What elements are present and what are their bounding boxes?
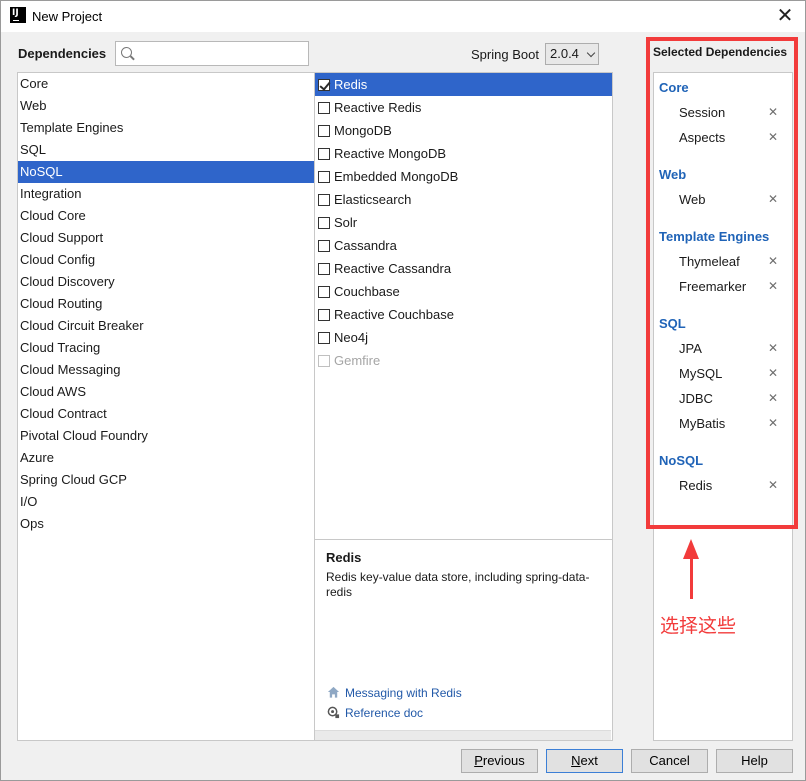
previous-button[interactable]: Previous (461, 749, 538, 773)
description-title: Redis (326, 550, 362, 565)
search-icon (121, 47, 132, 58)
annotation-arrow-shaft (690, 557, 693, 599)
category-item[interactable]: Cloud Support (18, 227, 314, 249)
category-item[interactable]: Cloud Circuit Breaker (18, 315, 314, 337)
window-title: New Project (32, 9, 103, 24)
dependency-item[interactable]: Reactive Couchbase (315, 303, 612, 326)
next-button[interactable]: Next (546, 749, 623, 773)
dependency-checkbox (318, 355, 330, 367)
category-item[interactable]: Cloud Routing (18, 293, 314, 315)
dependency-checkbox[interactable] (318, 263, 330, 275)
home-icon (327, 686, 340, 698)
category-item[interactable]: Cloud Core (18, 205, 314, 227)
category-item[interactable]: I/O (18, 491, 314, 513)
dependency-checkbox[interactable] (318, 194, 330, 206)
dependency-label: Solr (334, 215, 358, 230)
category-item[interactable]: Core (18, 73, 314, 95)
category-item[interactable]: Cloud AWS (18, 381, 314, 403)
category-item[interactable]: Azure (18, 447, 314, 469)
dependency-checkbox[interactable] (318, 148, 330, 160)
next-mnemonic: N (571, 753, 581, 768)
annotation-text: 选择这些 (660, 615, 737, 637)
dependency-checkbox[interactable] (318, 79, 330, 91)
reference-doc-icon (327, 706, 340, 719)
description-text: Redis key-value data store, including sp… (326, 570, 590, 599)
spring-boot-version-select[interactable]: 2.0.4 (545, 43, 599, 65)
dependency-item[interactable]: Reactive Cassandra (315, 257, 612, 280)
dependency-label: Cassandra (334, 238, 397, 253)
dependency-label: Neo4j (334, 330, 368, 345)
dependency-label: Reactive Redis (334, 100, 422, 115)
description-panel: Redis Redis key-value data store, includ… (315, 539, 613, 741)
dependency-label: MongoDB (334, 123, 392, 138)
dependency-checkbox[interactable] (318, 102, 330, 114)
search-input[interactable] (138, 44, 304, 63)
category-item[interactable]: Web (18, 95, 314, 117)
spring-boot-version-value: 2.0.4 (550, 46, 579, 61)
dependency-checkbox[interactable] (318, 286, 330, 298)
previous-mnemonic: P (474, 753, 483, 768)
dependency-checkbox[interactable] (318, 309, 330, 321)
dependency-item[interactable]: Couchbase (315, 280, 612, 303)
dependency-item[interactable]: MongoDB (315, 119, 612, 142)
reference-link[interactable]: Reference doc (327, 706, 423, 720)
dependency-label: Reactive Cassandra (334, 261, 452, 276)
category-item[interactable]: Spring Cloud GCP (18, 469, 314, 491)
close-icon[interactable]: ✕ (773, 4, 797, 28)
dependency-list[interactable]: Redis Reactive Redis MongoDB Reactive Mongo… (315, 72, 613, 539)
intellij-app-icon: IJ (10, 7, 26, 23)
category-item[interactable]: Pivotal Cloud Foundry (18, 425, 314, 447)
reference-link-text[interactable]: Reference doc (345, 706, 423, 720)
cancel-button[interactable]: Cancel (631, 749, 708, 773)
dependency-item[interactable]: Reactive Redis (315, 96, 612, 119)
dependency-label: Elasticsearch (334, 192, 412, 207)
dependency-label: Reactive MongoDB (334, 146, 446, 161)
category-item[interactable]: Cloud Contract (18, 403, 314, 425)
dependency-checkbox[interactable] (318, 217, 330, 229)
category-item[interactable]: Integration (18, 183, 314, 205)
dependency-checkbox[interactable] (318, 125, 330, 137)
search-box[interactable] (115, 41, 309, 66)
dependency-label: Couchbase (334, 284, 400, 299)
dependency-label: Gemfire (334, 353, 381, 368)
category-item[interactable]: Cloud Config (18, 249, 314, 271)
category-item[interactable]: SQL (18, 139, 314, 161)
category-list[interactable]: Core Web Template Engines SQL NoSQL Integrati… (17, 72, 315, 741)
spring-boot-label: Spring Boot (471, 47, 539, 62)
dependency-item[interactable]: Redis (315, 73, 612, 96)
category-item[interactable]: Ops (18, 513, 314, 535)
dependency-item[interactable]: Cassandra (315, 234, 612, 257)
guide-link[interactable]: Messaging with Redis (327, 686, 462, 700)
dependency-item[interactable]: Elasticsearch (315, 188, 612, 211)
dependency-checkbox[interactable] (318, 171, 330, 183)
dependencies-label: Dependencies (18, 46, 107, 61)
new-project-dialog: IJ New Project ✕ Dependencies Spring Boo… (0, 0, 806, 781)
dependency-item[interactable]: Reactive MongoDB (315, 142, 612, 165)
dependency-checkbox[interactable] (318, 332, 330, 344)
dependency-label: Embedded MongoDB (334, 169, 459, 184)
category-item[interactable]: Template Engines (18, 117, 314, 139)
dependency-item[interactable]: Embedded MongoDB (315, 165, 612, 188)
chevron-down-icon (586, 48, 596, 58)
category-item[interactable]: Cloud Discovery (18, 271, 314, 293)
guide-link-text[interactable]: Messaging with Redis (345, 686, 462, 700)
annotation-arrow-head (683, 539, 699, 559)
horizontal-scrollbar[interactable] (315, 730, 611, 740)
help-button[interactable]: Help (716, 749, 793, 773)
category-item[interactable]: NoSQL (18, 161, 314, 183)
dependency-label: Reactive Couchbase (334, 307, 454, 322)
category-item[interactable]: Cloud Tracing (18, 337, 314, 359)
dependency-item: Gemfire (315, 349, 612, 372)
previous-label-rest: revious (482, 753, 525, 768)
category-item[interactable]: Cloud Messaging (18, 359, 314, 381)
next-label-rest: ext (580, 753, 598, 768)
dependency-checkbox[interactable] (318, 240, 330, 252)
dependency-item[interactable]: Neo4j (315, 326, 612, 349)
title-bar: IJ New Project ✕ (1, 1, 805, 32)
dependency-item[interactable]: Solr (315, 211, 612, 234)
dependency-label: Redis (334, 77, 368, 92)
highlight-annotation-box (646, 37, 798, 529)
